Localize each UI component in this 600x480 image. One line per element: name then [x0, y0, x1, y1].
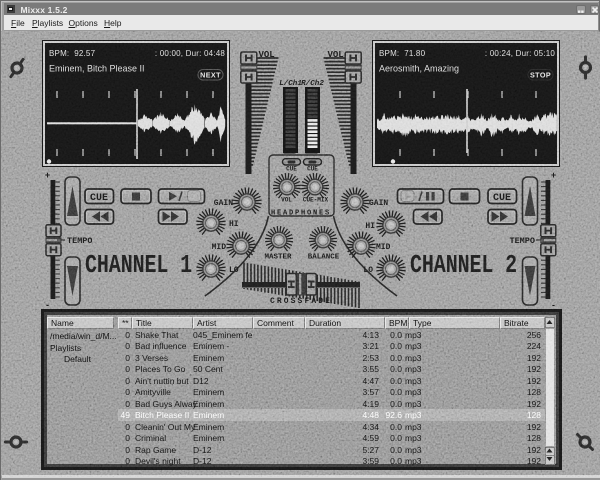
- svg-text:HI: HI: [365, 222, 375, 231]
- svg-text:BALANCE: BALANCE: [308, 254, 340, 262]
- svg-text:VOL: VOL: [281, 196, 292, 203]
- svg-text:CHANNEL 1: CHANNEL 1: [85, 251, 192, 280]
- svg-text:MID: MID: [212, 243, 227, 252]
- svg-text:+: +: [551, 170, 556, 180]
- svg-text:STOP: STOP: [530, 71, 551, 80]
- svg-text:CUE: CUE: [307, 165, 318, 172]
- svg-text:CUE: CUE: [90, 193, 108, 204]
- svg-text:+: +: [45, 170, 50, 180]
- svg-text:BPM: 92.57: BPM: 92.57: [49, 49, 96, 58]
- svg-text:CUE: CUE: [493, 193, 511, 204]
- svg-text:: 00:00, Dur: 04:48: : 00:00, Dur: 04:48: [155, 49, 225, 58]
- svg-text:LO: LO: [229, 266, 239, 275]
- svg-text:CROSSFADE: CROSSFADE: [270, 297, 332, 306]
- svg-text:CUE-MIX: CUE-MIX: [303, 196, 329, 203]
- svg-text:NEXT: NEXT: [200, 71, 221, 80]
- svg-text:Eminem, Bitch Please II: Eminem, Bitch Please II: [49, 64, 145, 74]
- svg-text:TEMPO: TEMPO: [67, 236, 93, 246]
- svg-text:MID: MID: [376, 243, 391, 252]
- svg-text:GAIN: GAIN: [369, 199, 388, 208]
- svg-text:HEADPHONES: HEADPHONES: [271, 210, 331, 218]
- svg-text:MASTER: MASTER: [264, 254, 292, 262]
- svg-text:BPM: 71.80: BPM: 71.80: [379, 49, 426, 58]
- svg-text:CUE: CUE: [286, 165, 297, 172]
- svg-text:GAIN: GAIN: [214, 199, 233, 208]
- svg-text:L/Ch1: L/Ch1: [279, 80, 302, 88]
- svg-text:Aerosmith, Amazing: Aerosmith, Amazing: [379, 64, 459, 74]
- svg-text:CHANNEL 2: CHANNEL 2: [410, 251, 517, 280]
- svg-text:: 00:24, Dur: 05:10: : 00:24, Dur: 05:10: [485, 49, 555, 58]
- svg-text:LO: LO: [363, 266, 373, 275]
- svg-text:R/Ch2: R/Ch2: [301, 80, 324, 88]
- svg-text:HI: HI: [229, 220, 239, 229]
- svg-text:TEMPO: TEMPO: [509, 236, 535, 246]
